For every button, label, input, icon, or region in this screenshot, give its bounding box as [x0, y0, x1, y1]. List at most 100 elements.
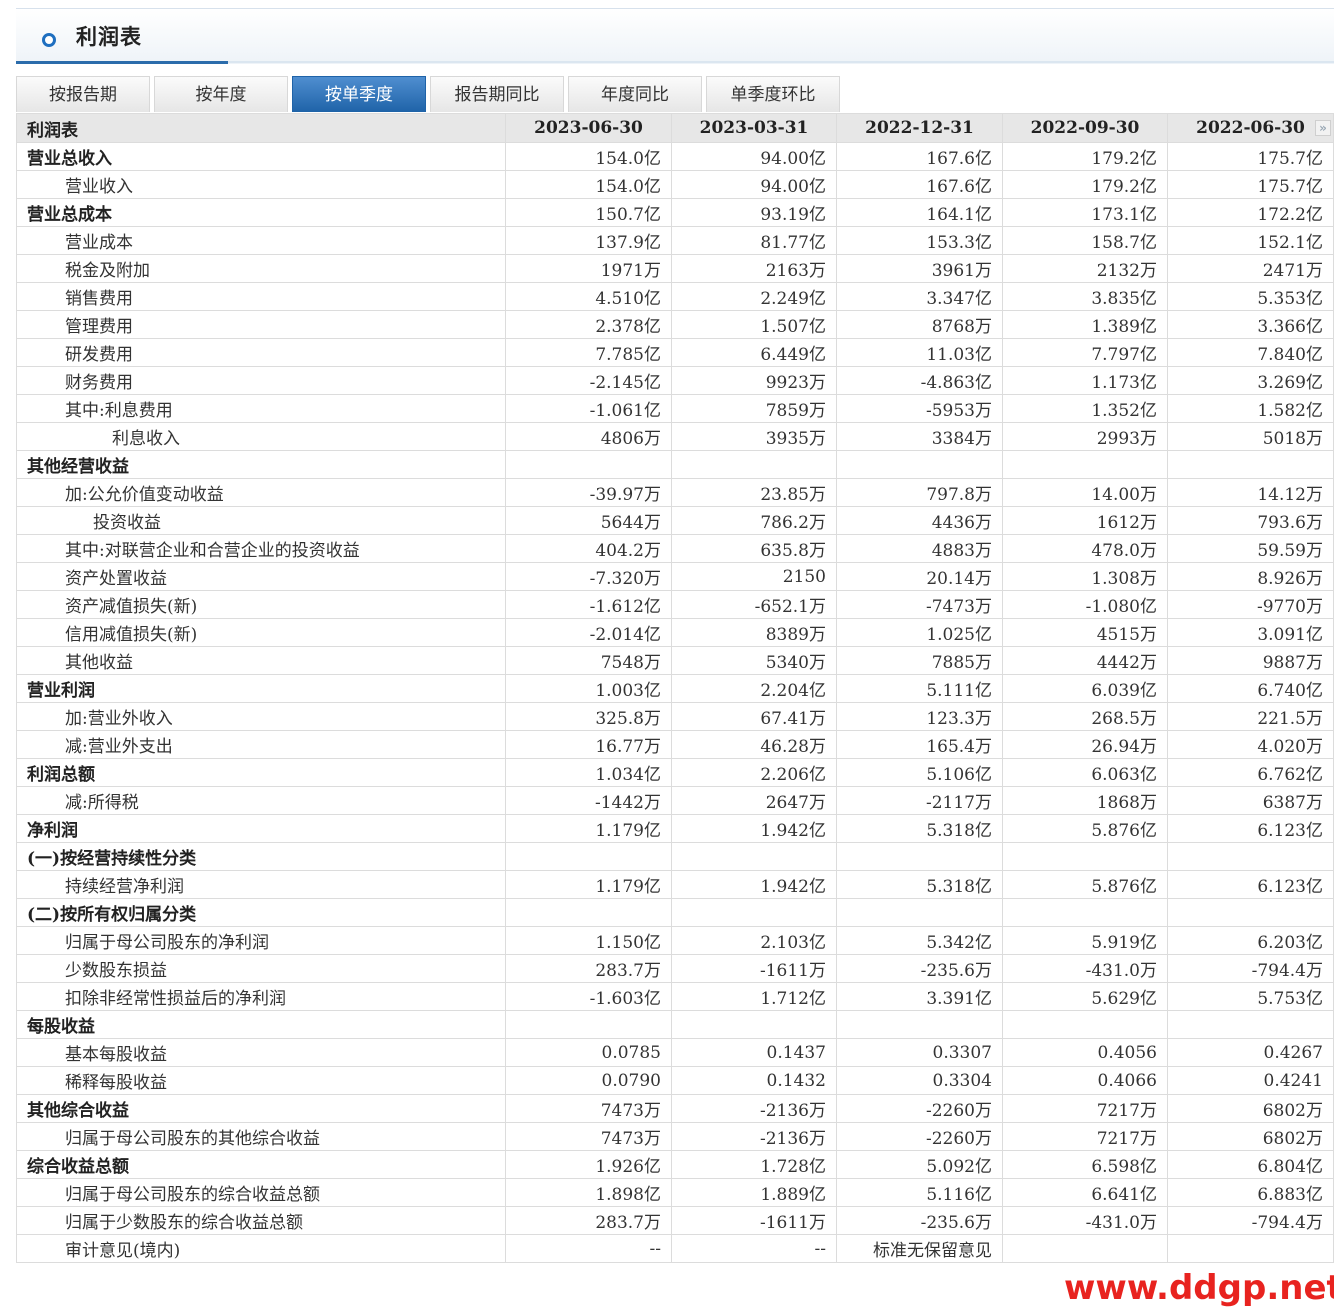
watermark-text: www.ddgp.net [1064, 1268, 1334, 1308]
row-label: 研发费用 [16, 338, 506, 367]
row-label: 营业利润 [16, 674, 506, 703]
cell-value: -2.014亿 [505, 618, 672, 647]
cell-value: -794.4万 [1167, 954, 1334, 983]
cell-value: 7548万 [505, 646, 672, 675]
cell-value: 1.308万 [1002, 562, 1168, 591]
cell-value [671, 1010, 837, 1039]
table-row: 营业总收入 154.0亿 94.00亿 167.6亿 179.2亿 175.7亿 [16, 142, 1334, 171]
row-label: 净利润 [16, 814, 506, 843]
row-label: 加:营业外收入 [16, 702, 506, 731]
cell-value: 2647万 [671, 786, 837, 815]
table-row: 基本每股收益 0.0785 0.1437 0.3307 0.4056 0.4267 [16, 1038, 1334, 1067]
cell-value: -4.863亿 [836, 366, 1003, 395]
cell-value: 179.2亿 [1002, 170, 1168, 199]
tab-by-single-quarter[interactable]: 按单季度 [292, 76, 426, 112]
tab-annual-yoy[interactable]: 年度同比 [568, 76, 702, 112]
cell-value [671, 898, 837, 927]
cell-value: -7.320万 [505, 562, 672, 591]
cell-value: 1.728亿 [671, 1150, 837, 1179]
tab-report-period-yoy[interactable]: 报告期同比 [430, 76, 564, 112]
cell-value: 150.7亿 [505, 198, 672, 227]
cell-value: -431.0万 [1002, 954, 1168, 983]
cell-value: 2471万 [1167, 254, 1334, 283]
tab-quarter-qoq[interactable]: 单季度环比 [706, 76, 840, 112]
cell-value: 26.94万 [1002, 730, 1168, 759]
cell-value: 7217万 [1002, 1122, 1168, 1151]
row-label: 每股收益 [16, 1010, 506, 1039]
cell-value: 0.4056 [1002, 1038, 1168, 1067]
cell-value [1167, 898, 1334, 927]
cell-value: -- [671, 1234, 837, 1263]
cell-value: 5018万 [1167, 422, 1334, 451]
cell-value: 1.582亿 [1167, 394, 1334, 423]
cell-value: 7217万 [1002, 1094, 1168, 1123]
cell-value: 0.1437 [671, 1038, 837, 1067]
tab-by-report-period[interactable]: 按报告期 [16, 76, 150, 112]
cell-value: 3.091亿 [1167, 618, 1334, 647]
cell-value [671, 450, 837, 479]
cell-value: 6.804亿 [1167, 1150, 1334, 1179]
cell-value [505, 450, 672, 479]
cell-value: 3.347亿 [836, 282, 1003, 311]
cell-value: 6802万 [1167, 1094, 1334, 1123]
cell-value [1167, 1234, 1334, 1263]
cell-value: 154.0亿 [505, 170, 672, 199]
cell-value [1002, 842, 1168, 871]
table-row: 其他综合收益 7473万 -2136万 -2260万 7217万 6802万 [16, 1094, 1334, 1123]
table-row: 加:营业外收入 325.8万 67.41万 123.3万 268.5万 221.5万 [16, 702, 1334, 731]
cell-value: -1.061亿 [505, 394, 672, 423]
cell-value: -2260万 [836, 1094, 1003, 1123]
table-row: 每股收益 [16, 1010, 1334, 1039]
cell-value: 7.797亿 [1002, 338, 1168, 367]
cell-value [671, 842, 837, 871]
cell-value [1002, 1234, 1168, 1263]
table-row: 营业收入 154.0亿 94.00亿 167.6亿 179.2亿 175.7亿 [16, 170, 1334, 199]
cell-value: -794.4万 [1167, 1206, 1334, 1235]
cell-value: 6.641亿 [1002, 1178, 1168, 1207]
row-label: 资产减值损失(新) [16, 590, 506, 619]
cell-value [836, 450, 1003, 479]
cell-value: 1.926亿 [505, 1150, 672, 1179]
cell-value: -- [505, 1234, 672, 1263]
cell-value: 11.03亿 [836, 338, 1003, 367]
cell-value: 1.389亿 [1002, 310, 1168, 339]
cell-value: 81.77亿 [671, 226, 837, 255]
cell-value [836, 898, 1003, 927]
table-row: 税金及附加 1971万 2163万 3961万 2132万 2471万 [16, 254, 1334, 283]
cell-value: 793.6万 [1167, 506, 1334, 535]
circle-bullet-icon [42, 33, 56, 47]
row-label: 减:营业外支出 [16, 730, 506, 759]
column-header-date-text: 2022-06-30 [1196, 118, 1305, 138]
cell-value: 1.889亿 [671, 1178, 837, 1207]
page-title: 利润表 [76, 24, 142, 49]
double-chevron-right-icon[interactable]: » [1315, 120, 1331, 136]
cell-value: -5953万 [836, 394, 1003, 423]
row-label: 其中:利息费用 [16, 394, 506, 423]
row-label: 少数股东损益 [16, 954, 506, 983]
cell-value: 478.0万 [1002, 534, 1168, 563]
cell-value: -2.145亿 [505, 366, 672, 395]
cell-value: 6.598亿 [1002, 1150, 1168, 1179]
cell-value: 797.8万 [836, 478, 1003, 507]
cell-value [1167, 1010, 1334, 1039]
cell-value: 5.629亿 [1002, 982, 1168, 1011]
row-label: 持续经营净利润 [16, 870, 506, 899]
cell-value: 23.85万 [671, 478, 837, 507]
table-row: 利润总额 1.034亿 2.206亿 5.106亿 6.063亿 6.762亿 [16, 758, 1334, 787]
cell-value: 1.150亿 [505, 926, 672, 955]
row-label: 销售费用 [16, 282, 506, 311]
cell-value: 2993万 [1002, 422, 1168, 451]
cell-value: 6387万 [1167, 786, 1334, 815]
row-label: 减:所得税 [16, 786, 506, 815]
cell-value: 404.2万 [505, 534, 672, 563]
cell-value: 6.883亿 [1167, 1178, 1334, 1207]
table-row: 利息收入 4806万 3935万 3384万 2993万 5018万 [16, 422, 1334, 451]
table-row: 少数股东损益 283.7万 -1611万 -235.6万 -431.0万 -794.4万 [16, 954, 1334, 983]
table-row: 资产减值损失(新) -1.612亿 -652.1万 -7473万 -1.080亿 -977… [16, 590, 1334, 619]
income-statement-table: 利润表 2023-06-30 2023-03-31 2022-12-31 202… [16, 113, 1334, 1263]
row-label: 税金及附加 [16, 254, 506, 283]
tab-by-year[interactable]: 按年度 [154, 76, 288, 112]
cell-value: 4.510亿 [505, 282, 672, 311]
cell-value: 2.378亿 [505, 310, 672, 339]
cell-value: 5644万 [505, 506, 672, 535]
